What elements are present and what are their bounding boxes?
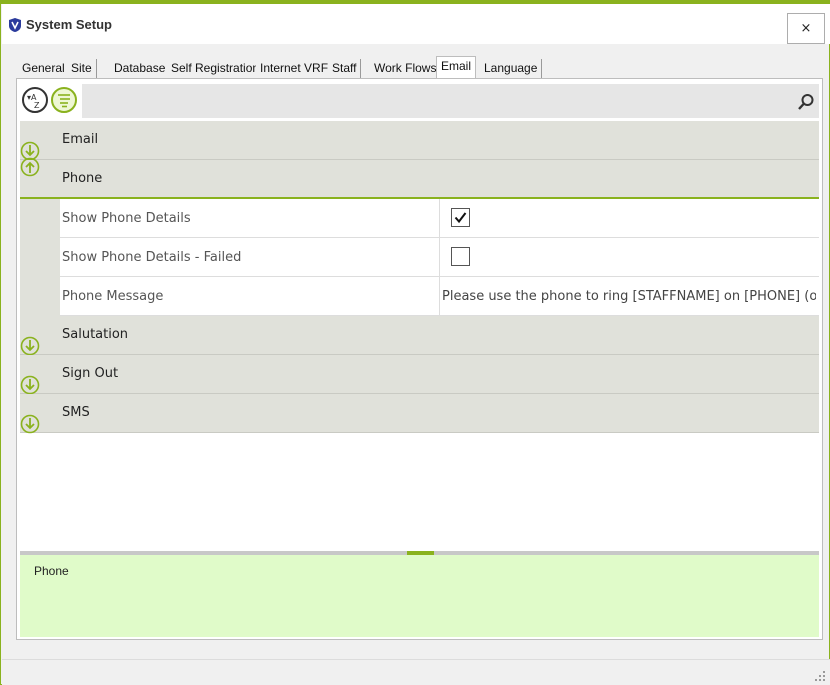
category-label: SMS [62,405,90,420]
collapse-icon[interactable] [20,157,40,177]
search-input[interactable] [82,84,819,118]
sort-alphabetical-icon[interactable]: ▾A Z [22,87,48,113]
property-row-show-phone-details-failed: Show Phone Details - Failed [60,238,819,277]
property-name: Show Phone Details [62,211,191,226]
column-divider [439,199,440,238]
categorized-icon[interactable] [51,87,77,113]
system-setup-window: System Setup × General Site Database Sel… [0,0,830,685]
category-sign-out[interactable]: Sign Out [20,355,819,394]
expand-icon[interactable] [20,414,40,434]
category-salutation[interactable]: Salutation [20,316,819,355]
category-label: Salutation [62,327,129,342]
category-email[interactable]: Email [20,121,819,160]
close-button[interactable]: × [787,13,825,44]
property-name: Show Phone Details - Failed [62,250,242,265]
expand-icon[interactable] [20,375,40,395]
expand-icon[interactable] [20,336,40,356]
column-divider [439,238,440,277]
tab-staff[interactable]: Staff [328,59,362,78]
property-toolbar: ▾A Z [20,82,819,118]
tab-site[interactable]: Site [67,59,97,78]
description-title: Phone [34,564,69,578]
category-sms[interactable]: SMS [20,394,819,433]
property-name: Phone Message [62,289,164,304]
category-label: Phone [62,171,103,186]
category-label: Sign Out [62,366,119,381]
property-row-phone-message: Phone Message Please use the phone to ri… [60,277,819,316]
phone-message-value[interactable]: Please use the phone to ring [STAFFNAME]… [442,289,816,304]
status-bar [2,659,830,685]
search-icon[interactable] [797,93,815,111]
title-bar: System Setup × [2,4,830,44]
svg-text:Z: Z [34,101,40,110]
tab-work-flows[interactable]: Work Flows [370,59,442,78]
app-icon [9,18,21,32]
column-divider [439,277,440,316]
tab-self-registration[interactable]: Self Registration [167,59,265,78]
tab-database[interactable]: Database [109,59,171,78]
property-row-show-phone-details: Show Phone Details [60,199,819,238]
tab-email[interactable]: Email [436,56,477,79]
window-title: System Setup [26,17,112,32]
check-icon [454,212,467,224]
resize-grip-icon[interactable] [815,671,825,681]
category-phone[interactable]: Phone [20,160,819,199]
property-panel: ▾A Z Email Phone Show Phone Details Show… [16,78,823,640]
description-pane: Phone [20,555,819,637]
category-gutter [20,199,60,316]
show-phone-details-checkbox[interactable] [451,208,470,227]
property-grid: Email Phone Show Phone Details Show Phon… [20,121,819,551]
category-label: Email [62,132,99,147]
tab-general[interactable]: General [18,59,70,78]
tab-language[interactable]: Language [480,59,543,78]
show-phone-details-failed-checkbox[interactable] [451,247,470,266]
tab-internet-vrf[interactable]: Internet VRF [256,59,334,78]
